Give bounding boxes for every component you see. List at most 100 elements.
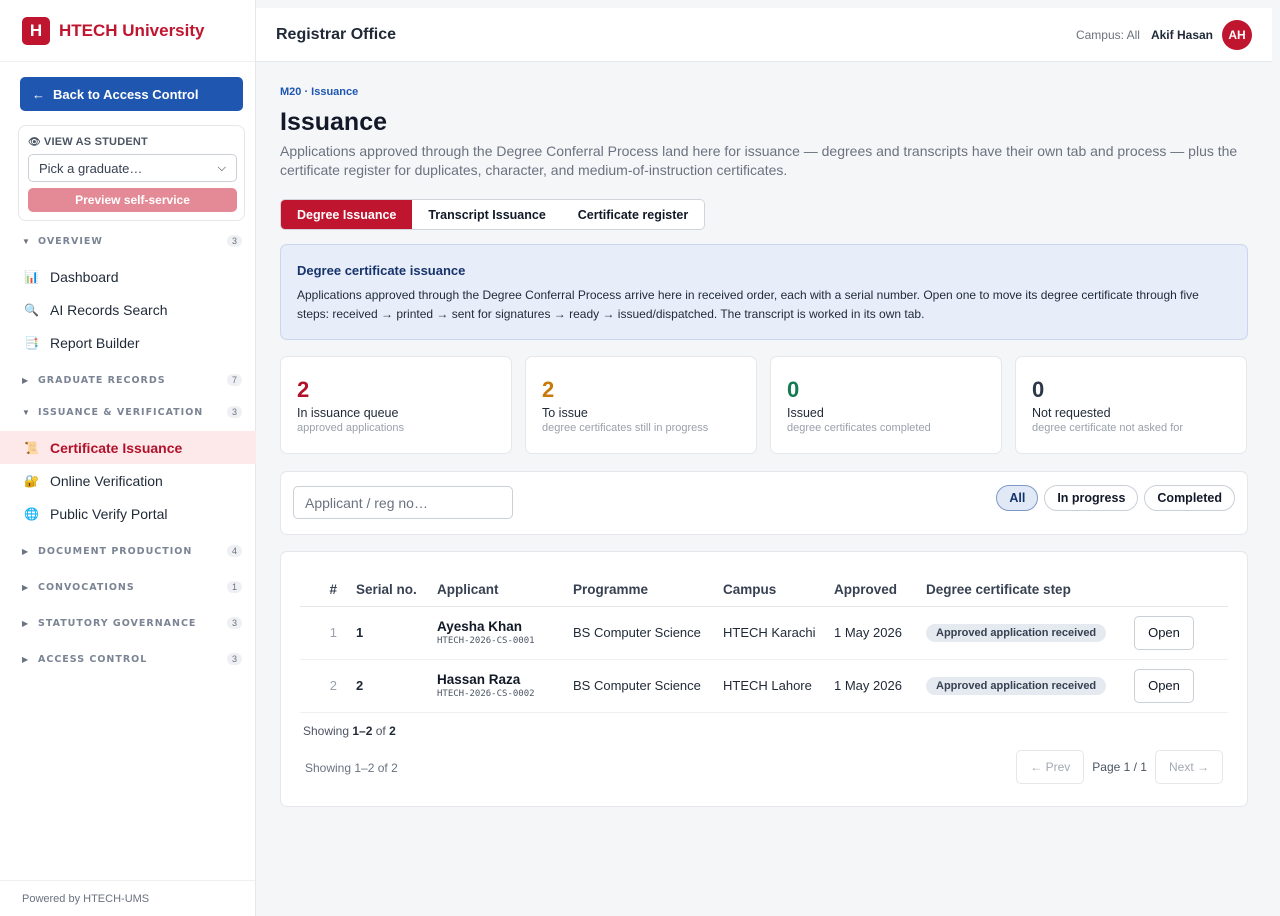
row-action: Open — [1134, 606, 1228, 660]
open-button[interactable]: Open — [1134, 615, 1194, 650]
nav-section-label: GRADUATE RECORDS — [38, 374, 166, 386]
col-header-programme: Programme — [573, 574, 723, 607]
stat-label: Not requested — [1032, 406, 1111, 420]
caret-right-icon: ▶ — [22, 654, 29, 664]
nav-section-count: 3 — [226, 653, 242, 665]
sidebar-item-label: Online Verification — [50, 472, 163, 489]
stat-card-not-requested: 0 Not requested degree certificate not a… — [1015, 356, 1247, 454]
university-logo-icon: H — [22, 16, 50, 45]
page-header-title: Registrar Office — [276, 25, 397, 43]
stat-sub: degree certificates still in progress — [542, 422, 709, 434]
back-button-label: Back to Access Control — [53, 86, 199, 102]
info-title: Degree certificate issuance — [297, 263, 466, 278]
table-row: 1 1 Ayesha Khan HTECH-2026-CS-0001 BS Co… — [300, 606, 1228, 660]
stat-sub: degree certificates completed — [787, 422, 931, 434]
status-badge: Approved application received — [926, 676, 1107, 695]
nav-section-label: ISSUANCE & VERIFICATION — [38, 406, 204, 418]
sidebar-item-label: Public Verify Portal — [50, 505, 168, 522]
nav-section-convocations[interactable]: ▶ CONVOCATIONS 1 — [0, 576, 256, 598]
filter-in-progress[interactable]: In progress — [1044, 485, 1139, 511]
col-header-action — [1134, 574, 1228, 607]
nav-section-issuance-verification[interactable]: ▼ ISSUANCE & VERIFICATION 3 — [0, 401, 256, 423]
sidebar-item-dashboard[interactable]: 📊 Dashboard — [0, 260, 256, 293]
tab-transcript-issuance[interactable]: Transcript Issuance — [412, 200, 561, 229]
breadcrumb[interactable]: M20 · Issuance — [280, 86, 358, 98]
pagination-summary: Showing 1–2 of 2 — [305, 761, 398, 775]
back-to-access-control-button[interactable]: ← Back to Access Control — [20, 77, 243, 111]
view-as-student-title-row: 👁 VIEW AS STUDENT — [28, 136, 235, 148]
nav-section-access-control[interactable]: ▶ ACCESS CONTROL 3 — [0, 648, 256, 670]
graduate-select[interactable]: Pick a graduate… ⌵ — [28, 154, 237, 182]
preview-self-service-button[interactable]: Preview self-service — [28, 188, 237, 212]
col-header-approved: Approved — [834, 574, 926, 607]
avatar[interactable]: AH — [1222, 19, 1252, 50]
row-approved: 1 May 2026 — [834, 606, 926, 660]
next-page-button[interactable]: Next → — [1154, 750, 1223, 784]
issuance-table: # Serial no. Applicant Programme Campus … — [300, 574, 1228, 713]
sidebar: H HTECH University ← Back to Access Cont… — [0, 0, 256, 916]
open-button[interactable]: Open — [1134, 668, 1194, 703]
stat-card-queue: 2 In issuance queue approved application… — [280, 356, 512, 454]
tab-degree-issuance[interactable]: Degree Issuance — [281, 200, 413, 229]
showing-total: 2 — [389, 724, 396, 738]
row-applicant: Ayesha Khan HTECH-2026-CS-0001 — [437, 606, 573, 660]
table-row: 2 2 Hassan Raza HTECH-2026-CS-0002 BS Co… — [300, 659, 1228, 713]
globe-icon: 🌐 — [24, 506, 39, 521]
row-step: Approved application received — [926, 659, 1134, 713]
caret-down-icon: ▼ — [22, 236, 30, 246]
filter-bar: All In progress Completed — [280, 471, 1248, 535]
row-approved: 1 May 2026 — [834, 659, 926, 713]
showing-prefix: Showing — [303, 724, 353, 738]
sidebar-item-label: Certificate Issuance — [50, 439, 183, 456]
sidebar-item-report-builder[interactable]: 📑 Report Builder — [0, 326, 256, 359]
filter-all[interactable]: All — [996, 485, 1039, 511]
applicant-reg-no: HTECH-2026-CS-0001 — [437, 636, 535, 646]
col-header-applicant: Applicant — [437, 574, 573, 607]
caret-right-icon: ▶ — [22, 546, 29, 556]
caret-right-icon: ▶ — [22, 582, 29, 592]
nav-section-overview[interactable]: ▼ OVERVIEW 3 — [0, 230, 256, 252]
search-input[interactable] — [293, 486, 513, 519]
sidebar-item-public-verify-portal[interactable]: 🌐 Public Verify Portal — [0, 497, 256, 530]
stat-value: 0 — [1032, 377, 1045, 402]
stat-value: 2 — [297, 377, 310, 402]
page-subtitle: Applications approved through the Degree… — [280, 143, 1238, 178]
caret-right-icon: ▶ — [22, 375, 29, 385]
info-body: Applications approved through the Degree… — [297, 288, 1199, 321]
stat-label: In issuance queue — [297, 406, 399, 420]
applicant-name: Hassan Raza — [437, 672, 521, 687]
nav-section-count: 4 — [226, 545, 242, 557]
applicant-name: Ayesha Khan — [437, 619, 523, 634]
report-icon: 📑 — [24, 335, 39, 350]
row-serial: 1 — [356, 606, 437, 660]
prev-page-button[interactable]: ← Prev — [1016, 750, 1085, 784]
nav-section-count: 3 — [226, 617, 242, 629]
filter-completed[interactable]: Completed — [1144, 485, 1235, 511]
row-step: Approved application received — [926, 606, 1134, 660]
showing-range: 1–2 — [352, 724, 373, 738]
campus-filter[interactable]: Campus: All — [1076, 28, 1140, 42]
col-header-campus: Campus — [723, 574, 834, 607]
caret-right-icon: ▶ — [22, 618, 29, 628]
nav-section-document-production[interactable]: ▶ DOCUMENT PRODUCTION 4 — [0, 540, 256, 562]
nav-section-statutory-governance[interactable]: ▶ STATUTORY GOVERNANCE 3 — [0, 612, 256, 634]
col-header-index: # — [300, 574, 356, 607]
showing-of: of — [372, 724, 390, 738]
nav-section-label: STATUTORY GOVERNANCE — [38, 617, 197, 629]
sidebar-item-label: Report Builder — [50, 334, 140, 351]
caret-down-icon: ▼ — [22, 407, 30, 417]
info-panel: Degree certificate issuance Applications… — [280, 244, 1248, 340]
status-filter-pills: All In progress Completed — [996, 485, 1235, 511]
sidebar-item-ai-records-search[interactable]: 🔍 AI Records Search — [0, 293, 256, 326]
nav-section-label: OVERVIEW — [38, 235, 103, 247]
view-as-student-title: VIEW AS STUDENT — [43, 136, 148, 148]
sidebar-nav: ▼ OVERVIEW 3 📊 Dashboard 🔍 AI Records Search 📑 R… — [0, 230, 256, 670]
nav-section-count: 3 — [226, 235, 242, 247]
nav-section-graduate-records[interactable]: ▶ GRADUATE RECORDS 7 — [0, 369, 256, 391]
sidebar-item-certificate-issuance[interactable]: 📜 Certificate Issuance — [0, 431, 256, 464]
user-name: Akif Hasan — [1150, 27, 1213, 42]
col-header-serial: Serial no. — [356, 574, 437, 607]
sidebar-item-online-verification[interactable]: 🔐 Online Verification — [0, 464, 256, 497]
sidebar-item-label: Dashboard — [50, 268, 119, 285]
tab-certificate-register[interactable]: Certificate register — [562, 200, 704, 229]
